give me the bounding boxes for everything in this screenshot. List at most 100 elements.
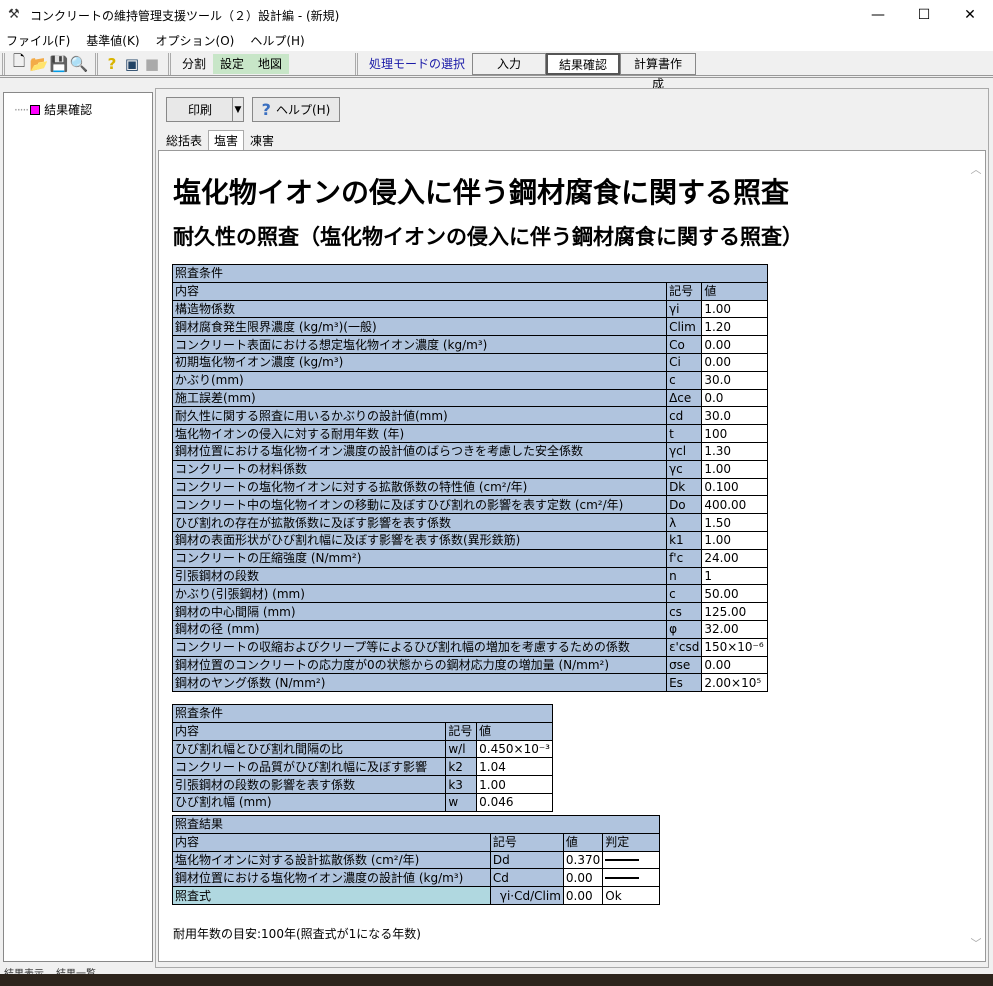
maximize-button[interactable]: ☐ [901,0,947,30]
mode-report-button[interactable]: 計算書作成 [620,52,697,91]
help-label: ヘルプ(H) [275,103,331,117]
open-folder-icon[interactable]: 📂 [29,54,49,74]
tree-item-results[interactable]: ····· 結果確認 [14,101,92,118]
service-life-note: 耐用年数の目安:100年(照査式が1になる年数) [173,927,421,941]
header-content: 内容 [171,281,668,301]
row-content: コンクリートの圧縮強度 (N/mm²) [171,548,668,568]
row-symbol: w/l [445,739,478,759]
report-title: 塩化物イオンの侵入に伴う鋼材腐食に関する照査 [173,176,790,209]
row-value: 0.0 [701,388,768,408]
row-content: コンクリートの収縮およびクリープ等によるひび割れ幅の増加を考慮するための係数 [171,637,668,657]
row-value: 30.0 [701,406,768,426]
row-judgement [602,868,660,888]
row-content: ひび割れ幅とひび割れ間隔の比 [171,739,447,759]
vertical-scrollbar[interactable]: ︿ ﹀ [967,151,985,961]
table-row: コンクリートの材料係数 γc 1.00 [171,459,768,479]
row-content: 鋼材腐食発生限界濃度 (kg/m³)(一般) [171,317,668,337]
table-row: 鋼材のヤング係数 (N/mm²) Es 2.00×10⁵ [171,673,768,693]
header-judgement: 判定 [602,832,660,852]
row-content: 耐久性に関する照査に用いるかぶりの設計値(mm) [171,406,668,426]
menu-file[interactable]: ファイル(F) [6,32,70,49]
table-row: コンクリートの塩化物イオンに対する拡散係数の特性値 (cm²/年) Dk 0.100 [171,477,768,497]
print-preview-icon[interactable]: 🔍 [69,54,89,74]
row-content: 鋼材のヤング係数 (N/mm²) [171,673,668,693]
table-row: コンクリートの圧縮強度 (N/mm²) f'c 24.00 [171,548,768,568]
row-content: 鋼材位置のコンクリートの応力度が0の状態からの鋼材応力度の増加量 (N/mm²) [171,655,668,675]
table-row: 初期塩化物イオン濃度 (kg/m³) Ci 0.00 [171,352,768,372]
mode-results-button[interactable]: 結果確認 [546,52,621,75]
row-symbol: t [666,424,703,443]
row-content: 塩化物イオンに対する設計拡散係数 (cm²/年) [172,850,491,870]
row-symbol: k3 [445,775,478,794]
header-content: 内容 [171,721,447,741]
row-content: 鋼材の中心間隔 (mm) [171,602,668,621]
table-caption: 照査結果 [172,815,660,834]
table-row: 鋼材位置のコンクリートの応力度が0の状態からの鋼材応力度の増加量 (N/mm²)… [171,655,768,675]
row-value: 32.00 [701,619,768,639]
mode-input-button[interactable]: 入力 [472,52,547,75]
row-value: 24.00 [701,548,768,568]
row-symbol: Δce [666,388,703,408]
taskbar [0,974,993,986]
help-button[interactable]: ? ヘルプ(H) [252,97,340,122]
print-dropdown-button[interactable]: ▼ [232,97,244,122]
row-content: 施工誤差(mm) [171,388,668,408]
row-symbol: Dk [666,477,703,497]
row-content: かぶり(引張鋼材) (mm) [171,584,668,604]
row-symbol: n [666,566,703,586]
table-row: 塩化物イオンの侵入に対する耐用年数 (年) t 100 [171,424,768,443]
tab-summary[interactable]: 総括表 [160,130,208,151]
table-row: コンクリート表面における想定塩化物イオン濃度 (kg/m³) Co 0.00 [171,335,768,354]
minimize-button[interactable]: — [855,0,901,30]
scroll-up-icon[interactable]: ︿ [971,161,982,177]
window-title: コンクリートの維持管理支援ツール（２）設計編 - (新規) [30,8,340,23]
row-symbol: c [666,584,703,604]
row-value: 1.20 [701,317,768,337]
divide-button[interactable]: 分割 [175,54,213,74]
tab-frost-damage[interactable]: 凍害 [244,130,280,151]
table-row: 塩化物イオンに対する設計拡散係数 (cm²/年) Dd 0.370 [172,850,660,870]
row-value: 0.046 [476,792,553,812]
row-symbol: γcl [666,441,703,461]
map-button[interactable]: 地図 [251,53,290,74]
row-symbol: Clim [666,317,703,337]
new-file-icon[interactable]: 🗋 [9,52,29,74]
row-symbol: Cd [489,868,564,888]
table-row: コンクリートの品質がひび割れ幅に及ぼす影響 k2 1.04 [171,757,553,777]
row-symbol: cd [666,406,703,426]
close-button[interactable]: ✕ [947,0,993,30]
row-content: 鋼材の表面形状がひび割れ幅に及ぼす影響を表す係数(異形鉄筋) [171,530,668,550]
row-value: 1.00 [701,530,768,550]
row-content: コンクリートの材料係数 [171,459,668,479]
table-row: かぶり(引張鋼材) (mm) c 50.00 [171,584,768,604]
menu-help[interactable]: ヘルプ(H) [250,32,304,49]
row-value: 50.00 [701,584,768,604]
tab-salt-damage[interactable]: 塩害 [208,130,245,151]
header-symbol: 記号 [666,281,703,301]
table-row: 耐久性に関する照査に用いるかぶりの設計値(mm) cd 30.0 [171,406,768,426]
title-bar: ⚒ コンクリートの維持管理支援ツール（２）設計編 - (新規) — ☐ ✕ [0,0,993,30]
scroll-down-icon[interactable]: ﹀ [971,935,982,951]
row-symbol: Es [666,673,703,693]
print-button[interactable]: 印刷 [166,97,234,122]
menu-standard-values[interactable]: 基準値(K) [86,32,139,49]
row-value: 150×10⁻⁶ [701,637,768,657]
table-row: 引張鋼材の段数の影響を表す係数 k3 1.00 [171,775,553,794]
row-content: 引張鋼材の段数 [171,566,668,586]
save-icon[interactable]: 💾 [49,54,69,74]
table-row: 鋼材の中心間隔 (mm) cs 125.00 [171,602,768,621]
row-symbol: γc [666,459,703,479]
header-value: 値 [562,832,604,852]
row-value: 100 [701,424,768,443]
row-content: 構造物係数 [171,299,668,319]
header-value: 値 [476,721,553,741]
settings-button[interactable]: 設定 [213,53,252,74]
row-symbol: c [666,370,703,390]
table-caption: 照査条件 [172,704,553,723]
calculator-icon[interactable]: ▣ [122,54,142,74]
help-icon[interactable]: ? [102,54,122,74]
question-icon: ? [261,100,271,119]
menu-options[interactable]: オプション(O) [156,32,235,49]
formula-judgement: Ok [602,886,660,905]
tree-panel: ····· 結果確認 [3,92,153,962]
